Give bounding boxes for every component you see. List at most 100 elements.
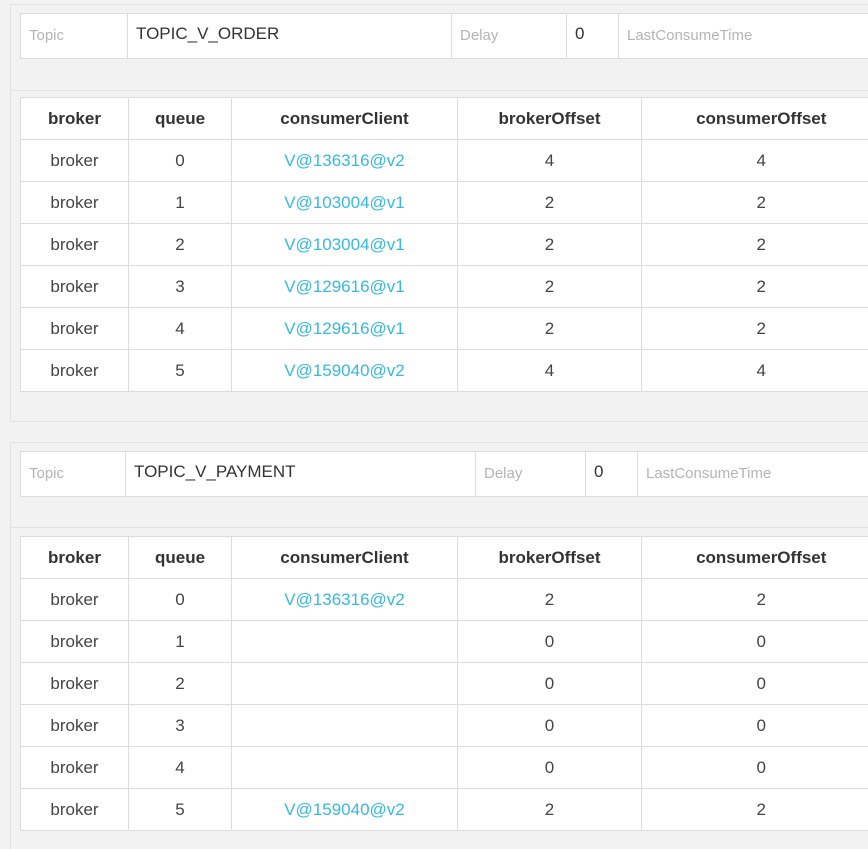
col-header-consumer-offset: consumerOffset xyxy=(641,97,868,140)
topic-panel-payment: Topic TOPIC_V_PAYMENT Delay 0 LastConsum… xyxy=(10,442,868,849)
consumer-client-link[interactable]: V@129616@v1 xyxy=(231,265,458,308)
topic-name: TOPIC_V_PAYMENT xyxy=(125,451,476,497)
col-header-consumer-client: consumerClient xyxy=(231,536,458,579)
broker-cell: broker xyxy=(20,662,129,705)
broker-cell: broker xyxy=(20,704,129,747)
queue-cell: 0 xyxy=(128,578,232,621)
queue-cell: 2 xyxy=(128,662,232,705)
broker-offset-cell: 2 xyxy=(457,788,642,831)
table-row: broker 2 0 0 xyxy=(20,662,868,705)
broker-offset-cell: 2 xyxy=(457,307,642,350)
broker-offset-cell: 2 xyxy=(457,223,642,266)
col-header-consumer-offset: consumerOffset xyxy=(641,536,868,579)
col-header-broker: broker xyxy=(20,97,129,140)
consumer-offset-cell: 0 xyxy=(641,662,868,705)
consumer-offset-cell: 4 xyxy=(641,139,868,182)
consumer-client-cell xyxy=(231,620,458,663)
consumer-client-link[interactable]: V@103004@v1 xyxy=(231,223,458,266)
table-header-row: broker queue consumerClient brokerOffset… xyxy=(20,97,868,140)
consumer-offset-cell: 2 xyxy=(641,788,868,831)
broker-offset-cell: 0 xyxy=(457,746,642,789)
table-row: broker 4 V@129616@v1 2 2 xyxy=(20,307,868,350)
last-consume-time-label: LastConsumeTime xyxy=(637,451,868,497)
last-consume-time-label: LastConsumeTime xyxy=(618,13,868,59)
consumer-client-link[interactable]: V@136316@v2 xyxy=(231,578,458,621)
consumer-client-cell xyxy=(231,746,458,789)
queue-cell: 1 xyxy=(128,181,232,224)
queue-table: broker queue consumerClient brokerOffset… xyxy=(20,536,868,831)
broker-offset-cell: 2 xyxy=(457,265,642,308)
consumer-offset-cell: 0 xyxy=(641,704,868,747)
topic-name: TOPIC_V_ORDER xyxy=(127,13,452,59)
consumer-offset-cell: 2 xyxy=(641,578,868,621)
consumer-client-link[interactable]: V@159040@v2 xyxy=(231,788,458,831)
table-row: broker 3 0 0 xyxy=(20,704,868,747)
broker-cell: broker xyxy=(20,265,129,308)
broker-offset-cell: 4 xyxy=(457,139,642,182)
table-header-row: broker queue consumerClient brokerOffset… xyxy=(20,536,868,579)
table-row: broker 2 V@103004@v1 2 2 xyxy=(20,223,868,266)
queue-cell: 3 xyxy=(128,704,232,747)
table-row: broker 1 V@103004@v1 2 2 xyxy=(20,181,868,224)
topic-info-table: Topic TOPIC_V_PAYMENT Delay 0 LastConsum… xyxy=(20,451,868,497)
topic-label: Topic xyxy=(20,451,126,497)
consumer-client-link[interactable]: V@136316@v2 xyxy=(231,139,458,182)
broker-cell: broker xyxy=(20,349,129,392)
delay-label: Delay xyxy=(475,451,586,497)
broker-cell: broker xyxy=(20,788,129,831)
consumer-offset-cell: 2 xyxy=(641,265,868,308)
queue-cell: 4 xyxy=(128,746,232,789)
delay-value: 0 xyxy=(566,13,619,59)
queue-cell: 0 xyxy=(128,139,232,182)
table-row: broker 5 V@159040@v2 4 4 xyxy=(20,349,868,392)
broker-offset-cell: 0 xyxy=(457,704,642,747)
broker-offset-cell: 2 xyxy=(457,578,642,621)
consumer-offset-cell: 2 xyxy=(641,181,868,224)
broker-cell: broker xyxy=(20,307,129,350)
queue-cell: 1 xyxy=(128,620,232,663)
table-row: broker 5 V@159040@v2 2 2 xyxy=(20,788,868,831)
broker-cell: broker xyxy=(20,223,129,266)
consumer-client-cell xyxy=(231,704,458,747)
table-row: broker 4 0 0 xyxy=(20,746,868,789)
consumer-client-cell xyxy=(231,662,458,705)
queue-cell: 2 xyxy=(128,223,232,266)
broker-cell: broker xyxy=(20,746,129,789)
broker-offset-cell: 0 xyxy=(457,620,642,663)
delay-value: 0 xyxy=(585,451,638,497)
col-header-broker: broker xyxy=(20,536,129,579)
consumer-offset-cell: 2 xyxy=(641,307,868,350)
topic-panel-order: Topic TOPIC_V_ORDER Delay 0 LastConsumeT… xyxy=(10,4,868,422)
delay-label: Delay xyxy=(451,13,567,59)
table-row: broker 1 0 0 xyxy=(20,620,868,663)
consumer-offset-cell: 2 xyxy=(641,223,868,266)
table-row: broker 0 V@136316@v2 4 4 xyxy=(20,139,868,182)
broker-cell: broker xyxy=(20,578,129,621)
queue-cell: 5 xyxy=(128,788,232,831)
consumer-client-link[interactable]: V@103004@v1 xyxy=(231,181,458,224)
broker-cell: broker xyxy=(20,139,129,182)
consumer-progress-page: Topic TOPIC_V_ORDER Delay 0 LastConsumeT… xyxy=(0,0,868,849)
col-header-queue: queue xyxy=(128,97,232,140)
consumer-client-link[interactable]: V@129616@v1 xyxy=(231,307,458,350)
consumer-offset-cell: 0 xyxy=(641,620,868,663)
consumer-client-link[interactable]: V@159040@v2 xyxy=(231,349,458,392)
divider xyxy=(11,90,868,91)
broker-offset-cell: 4 xyxy=(457,349,642,392)
broker-offset-cell: 2 xyxy=(457,181,642,224)
broker-cell: broker xyxy=(20,620,129,663)
broker-offset-cell: 0 xyxy=(457,662,642,705)
col-header-broker-offset: brokerOffset xyxy=(457,97,642,140)
queue-table: broker queue consumerClient brokerOffset… xyxy=(20,97,868,392)
consumer-offset-cell: 0 xyxy=(641,746,868,789)
divider xyxy=(11,527,868,528)
broker-cell: broker xyxy=(20,181,129,224)
queue-cell: 3 xyxy=(128,265,232,308)
topic-label: Topic xyxy=(20,13,128,59)
queue-cell: 5 xyxy=(128,349,232,392)
col-header-queue: queue xyxy=(128,536,232,579)
topic-info-table: Topic TOPIC_V_ORDER Delay 0 LastConsumeT… xyxy=(20,13,868,59)
table-row: broker 3 V@129616@v1 2 2 xyxy=(20,265,868,308)
col-header-broker-offset: brokerOffset xyxy=(457,536,642,579)
queue-cell: 4 xyxy=(128,307,232,350)
